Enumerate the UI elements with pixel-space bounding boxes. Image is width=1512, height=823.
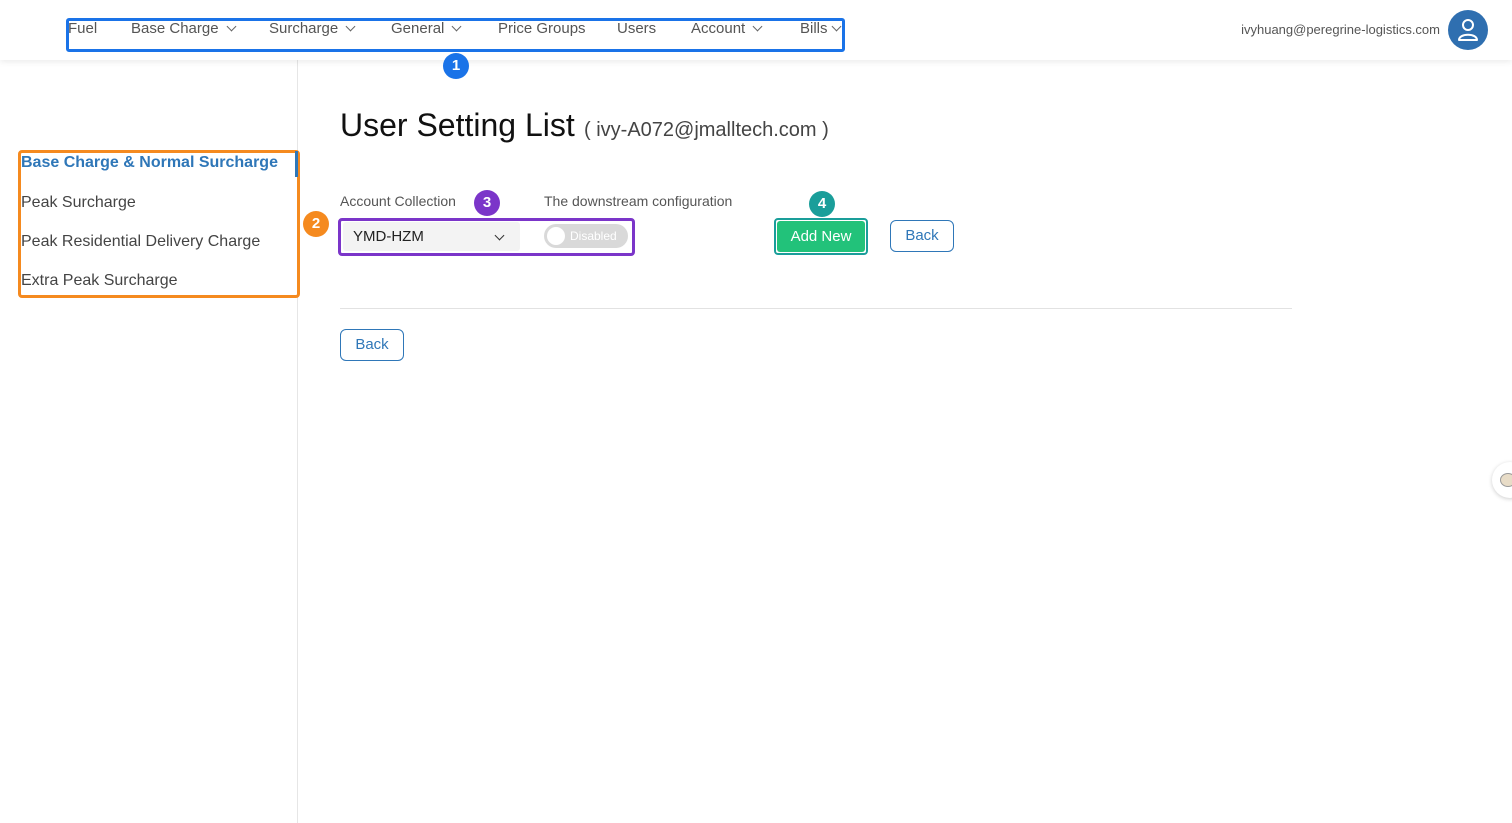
chevron-down-icon (752, 21, 763, 32)
nav-item-account[interactable]: Account (691, 20, 763, 37)
user-icon (1458, 19, 1478, 41)
account-collection-select[interactable]: YMD-HZM (343, 222, 520, 251)
sidebar-item-label: Extra Peak Surcharge (21, 272, 178, 289)
nav-item-label: Bills (800, 20, 828, 37)
page-title: User Setting List (340, 107, 575, 143)
nav-item-label: Price Groups (498, 20, 586, 37)
nav-item-general[interactable]: General (391, 20, 462, 37)
callout-badge-1: 1 (443, 53, 469, 79)
sidebar-item-base-charge-normal-surcharge[interactable]: Base Charge & Normal Surcharge (21, 154, 278, 172)
sidebar-item-label: Peak Surcharge (21, 194, 136, 211)
floating-helper-icon[interactable] (1492, 462, 1512, 498)
add-new-button[interactable]: Add New (777, 221, 865, 252)
toggle-knob (547, 227, 565, 245)
chevron-down-icon (451, 21, 462, 32)
sidebar-item-label: Peak Residential Delivery Charge (21, 233, 261, 250)
callout-badge-3: 3 (474, 190, 500, 216)
chevron-down-icon (831, 21, 841, 32)
downstream-config-label: The downstream configuration (544, 193, 733, 209)
toggle-state-text: Disabled (570, 229, 617, 243)
sidebar-item-peak-surcharge[interactable]: Peak Surcharge (21, 194, 136, 212)
nav-item-label: General (391, 20, 445, 37)
nav-item-users[interactable]: Users (617, 20, 656, 37)
nav-item-label: Fuel (68, 20, 98, 37)
downstream-config-toggle[interactable]: Disabled (544, 224, 628, 248)
callout-badge-2: 2 (303, 211, 329, 237)
account-collection-value: YMD-HZM (353, 228, 424, 245)
sidebar-item-label: Base Charge & Normal Surcharge (21, 154, 278, 171)
callout-badge-4: 4 (809, 191, 835, 217)
avatar[interactable] (1448, 10, 1488, 50)
nav-item-fuel[interactable]: Fuel (68, 20, 97, 37)
top-header: Fuel Base Charge Surcharge General Price… (0, 0, 1512, 60)
nav-item-surcharge[interactable]: Surcharge (269, 20, 356, 37)
nav-item-price-groups[interactable]: Price Groups (498, 20, 586, 37)
nav-item-label: Surcharge (269, 20, 339, 37)
back-button-bottom[interactable]: Back (340, 329, 404, 361)
nav-item-label: Account (691, 20, 746, 37)
nav-item-label: Base Charge (131, 20, 219, 37)
chevron-down-icon (226, 21, 237, 32)
user-email: ivyhuang@peregrine-logistics.com (1241, 22, 1440, 37)
sidebar-item-extra-peak-surcharge[interactable]: Extra Peak Surcharge (21, 272, 178, 290)
sidebar-item-peak-residential-delivery-charge[interactable]: Peak Residential Delivery Charge (21, 233, 260, 251)
chevron-down-icon (494, 230, 505, 241)
nav-item-label: Users (617, 20, 657, 37)
back-button[interactable]: Back (890, 220, 954, 252)
sidebar-active-indicator (295, 151, 298, 177)
account-collection-label: Account Collection (340, 193, 456, 209)
chevron-down-icon (345, 21, 356, 32)
nav-item-base-charge[interactable]: Base Charge (131, 20, 237, 37)
page-subtitle: ( ivy-A072@jmalltech.com ) (584, 119, 829, 141)
nav-item-bills[interactable]: Bills (800, 20, 841, 37)
section-divider (340, 308, 1292, 309)
